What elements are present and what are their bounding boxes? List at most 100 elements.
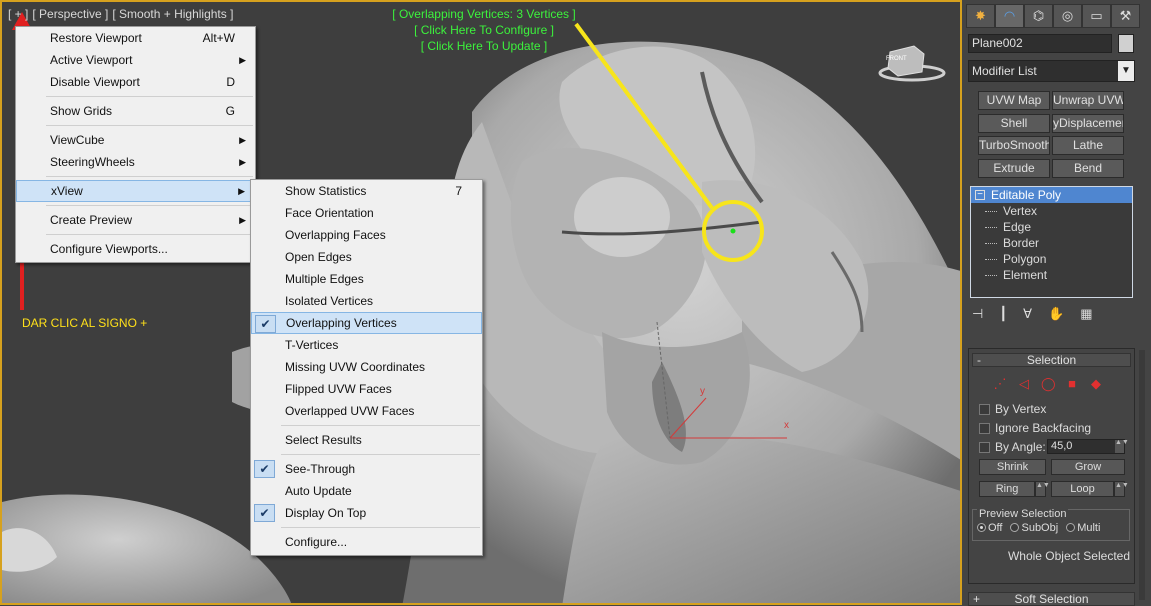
loop-button[interactable]: Loop — [1051, 481, 1114, 497]
viewcube-label: FRONT — [886, 56, 907, 62]
checkbox[interactable] — [979, 442, 990, 453]
panel-scrollbar[interactable] — [1139, 350, 1145, 600]
viewport-label[interactable]: [ + ] [ Perspective ] [ Smooth + Highlight… — [8, 7, 237, 21]
radio-subobj[interactable]: SubObj — [1010, 522, 1058, 534]
perspective-viewport[interactable]: [ + ] [ Perspective ] [ Smooth + Highlight… — [0, 0, 962, 605]
xview-update-link[interactable]: [ Click Here To Update ] — [364, 39, 604, 53]
xview-overlapping-vertices[interactable]: ✔ Overlapping Vertices — [251, 312, 482, 334]
xview-auto-update[interactable]: Auto Update — [251, 480, 482, 502]
xview-select-results[interactable]: Select Results — [251, 429, 482, 451]
collapse-icon[interactable]: − — [975, 190, 985, 200]
loop-spinner-icon[interactable]: ▲▼ — [1114, 481, 1129, 497]
element-mode-icon[interactable]: ◆ — [1089, 377, 1103, 391]
stack-editable-poly[interactable]: − Editable Poly — [971, 187, 1132, 203]
shrink-button[interactable]: Shrink — [979, 459, 1046, 475]
xview-face-orientation[interactable]: Face Orientation — [251, 202, 482, 224]
xview-configure[interactable]: Configure... — [251, 531, 482, 553]
displacement-button[interactable]: yDisplacement — [1052, 114, 1124, 133]
angle-spinner[interactable]: 45,0 ▲▼ — [1047, 439, 1129, 454]
object-color-swatch[interactable] — [1118, 34, 1134, 53]
xview-configure-link[interactable]: [ Click Here To Configure ] — [364, 23, 604, 37]
remove-modifier-icon[interactable]: ✋ — [1048, 306, 1064, 322]
viewcube[interactable]: FRONT — [886, 56, 907, 62]
xview-t-vertices[interactable]: T-Vertices — [251, 334, 482, 356]
menu-disable-viewport[interactable]: Disable Viewport D — [16, 71, 255, 93]
xview-display-on-top[interactable]: ✔ Display On Top — [251, 502, 482, 524]
xview-missing-uvw[interactable]: Missing UVW Coordinates — [251, 356, 482, 378]
lathe-button[interactable]: Lathe — [1052, 136, 1124, 155]
ring-button[interactable]: Ring — [979, 481, 1035, 497]
display-tab-icon[interactable]: ▭ — [1082, 4, 1111, 28]
menu-item-label: Active Viewport — [50, 53, 133, 67]
submenu-arrow-icon: ▶ — [239, 135, 246, 145]
xview-open-edges[interactable]: Open Edges — [251, 246, 482, 268]
polygon-mode-icon[interactable]: ■ — [1065, 377, 1079, 391]
spinner-arrows-icon[interactable]: ▲▼ — [1115, 439, 1129, 453]
object-name-field[interactable]: Plane002 — [968, 34, 1112, 53]
edge-mode-icon[interactable]: ◁ — [1017, 377, 1031, 391]
modifier-list-dropdown[interactable]: Modifier List ▼ — [968, 60, 1135, 82]
radio-icon[interactable] — [1010, 523, 1020, 532]
border-mode-icon[interactable]: ◯ — [1041, 377, 1056, 391]
stack-element[interactable]: Element — [971, 267, 1132, 283]
bend-button[interactable]: Bend — [1052, 159, 1124, 178]
menu-xview[interactable]: xView ▶ — [16, 180, 255, 202]
menu-viewcube[interactable]: ViewCube ▶ — [16, 129, 255, 151]
xview-overlapped-uvw[interactable]: Overlapped UVW Faces — [251, 400, 482, 422]
viewport-view-menu[interactable]: [ Perspective ] — [32, 7, 108, 21]
checkbox[interactable] — [979, 423, 990, 434]
show-end-result-icon[interactable]: ┃ — [999, 306, 1007, 322]
ignore-backfacing-checkbox[interactable]: Ignore Backfacing — [979, 421, 1091, 435]
menu-show-grids[interactable]: Show Grids G — [16, 100, 255, 122]
xview-multiple-edges[interactable]: Multiple Edges — [251, 268, 482, 290]
utilities-tab-icon[interactable]: ⚒ — [1111, 4, 1140, 28]
menu-shortcut: Alt+W — [202, 31, 235, 45]
rollout-toggle: + — [973, 592, 981, 606]
xview-show-statistics[interactable]: Show Statistics 7 — [251, 180, 482, 202]
by-angle-checkbox[interactable]: By Angle: — [979, 440, 1046, 454]
hierarchy-tab-icon[interactable]: ⌬ — [1024, 4, 1053, 28]
by-vertex-checkbox[interactable]: By Vertex — [979, 402, 1046, 416]
gizmo-x-label: x — [784, 420, 789, 431]
configure-sets-icon[interactable]: ▦ — [1080, 306, 1092, 322]
menu-item-label: Flipped UVW Faces — [285, 382, 392, 396]
uvw-map-button[interactable]: UVW Map — [978, 91, 1050, 110]
shell-button[interactable]: Shell — [978, 114, 1050, 133]
xview-see-through[interactable]: ✔ See-Through — [251, 458, 482, 480]
create-tab-icon[interactable]: ✸ — [966, 4, 995, 28]
menu-active-viewport[interactable]: Active Viewport ▶ — [16, 49, 255, 71]
rollout-title: Selection — [1026, 353, 1077, 367]
viewport-shading-menu[interactable]: [ Smooth + Highlights ] — [112, 7, 233, 21]
menu-item-label: Show Grids — [50, 104, 113, 118]
menu-restore-viewport[interactable]: Restore Viewport Alt+W — [16, 27, 255, 49]
selection-rollout-header[interactable]: - Selection — [972, 353, 1131, 367]
stack-border[interactable]: Border — [971, 235, 1132, 251]
xview-isolated-vertices[interactable]: Isolated Vertices — [251, 290, 482, 312]
menu-item-label: Open Edges — [285, 250, 352, 264]
turbosmooth-button[interactable]: TurboSmooth — [978, 136, 1050, 155]
viewport-plus-menu[interactable]: [ + ] — [8, 7, 28, 21]
stack-vertex[interactable]: Vertex — [971, 203, 1132, 219]
menu-configure-viewports[interactable]: Configure Viewports... — [16, 238, 255, 260]
stack-polygon[interactable]: Polygon — [971, 251, 1132, 267]
radio-icon[interactable] — [977, 523, 986, 532]
radio-multi[interactable]: Multi — [1066, 522, 1100, 534]
radio-icon[interactable] — [1066, 523, 1076, 532]
motion-tab-icon[interactable]: ◎ — [1053, 4, 1082, 28]
menu-create-preview[interactable]: Create Preview ▶ — [16, 209, 255, 231]
soft-selection-rollout-header[interactable]: + Soft Selection — [968, 592, 1135, 606]
grow-button[interactable]: Grow — [1051, 459, 1125, 475]
pin-stack-icon[interactable]: ⊣ — [972, 306, 983, 322]
checkbox[interactable] — [979, 404, 990, 415]
extrude-button[interactable]: Extrude — [978, 159, 1050, 178]
radio-off[interactable]: Off — [977, 522, 1002, 534]
modify-tab-icon[interactable]: ◠ — [995, 4, 1024, 28]
unwrap-uvw-button[interactable]: Unwrap UVW — [1052, 91, 1124, 110]
ring-spinner-icon[interactable]: ▲▼ — [1035, 481, 1050, 497]
vertex-mode-icon[interactable]: ⋰ — [993, 377, 1007, 391]
make-unique-icon[interactable]: ∀ — [1023, 306, 1032, 322]
xview-overlapping-faces[interactable]: Overlapping Faces — [251, 224, 482, 246]
xview-flipped-uvw[interactable]: Flipped UVW Faces — [251, 378, 482, 400]
menu-steeringwheels[interactable]: SteeringWheels ▶ — [16, 151, 255, 173]
stack-edge[interactable]: Edge — [971, 219, 1132, 235]
